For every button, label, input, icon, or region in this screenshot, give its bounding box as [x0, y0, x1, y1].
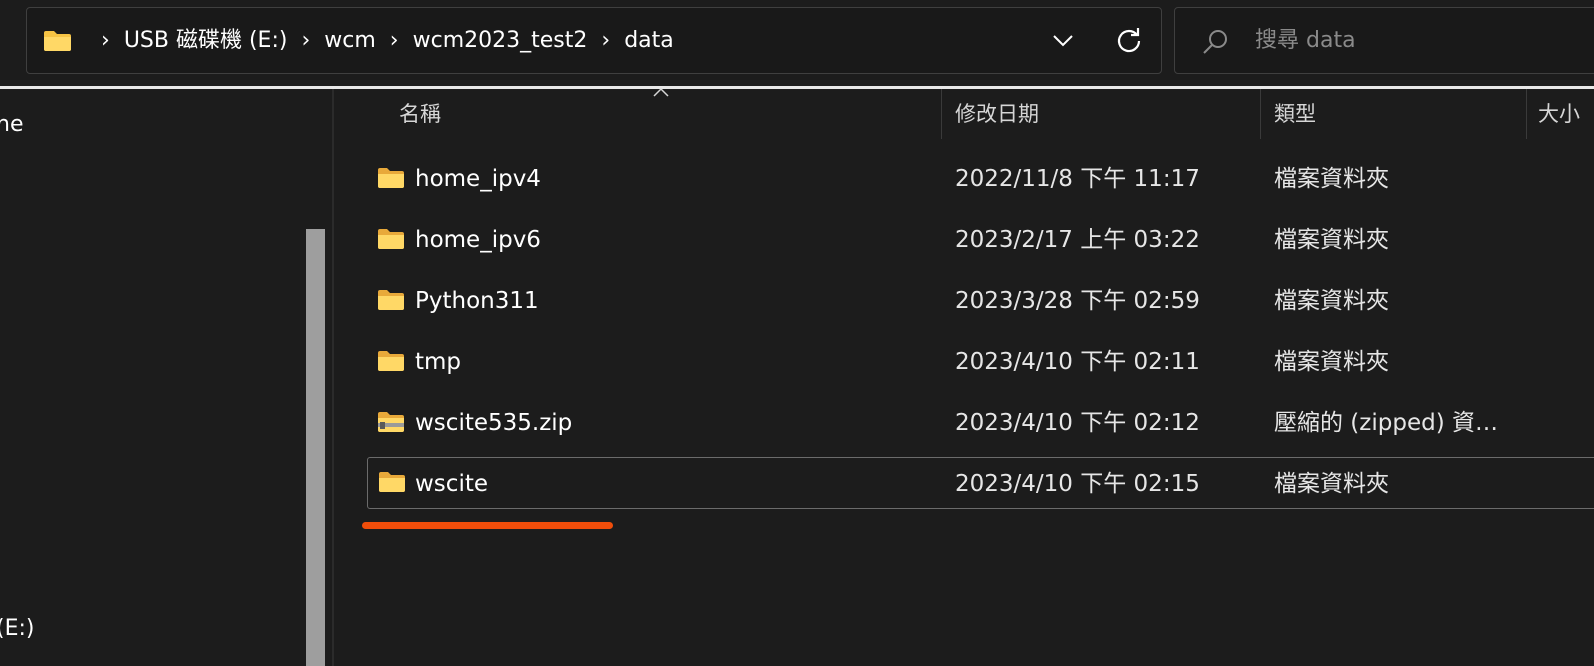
chevron-right-icon[interactable]: ›: [301, 8, 310, 73]
column-header-type[interactable]: 類型: [1274, 89, 1316, 139]
file-name: wscite535.zip: [415, 410, 573, 436]
nav-item-usb-drive[interactable]: (E:): [0, 616, 34, 641]
breadcrumb-item-data[interactable]: data: [624, 8, 674, 73]
chevron-right-icon[interactable]: ›: [601, 8, 610, 73]
file-date: 2023/4/10 下午 02:12: [955, 410, 1200, 436]
sort-ascending-icon: [653, 87, 669, 97]
chevron-right-icon[interactable]: ›: [101, 8, 110, 73]
file-date: 2023/4/10 下午 02:15: [955, 471, 1200, 497]
folder-icon: [379, 472, 405, 492]
breadcrumb-item-drive[interactable]: USB 磁碟機 (E:): [124, 8, 288, 73]
navigation-pane: ne (E:): [0, 89, 332, 666]
highlight-underline: [362, 522, 613, 529]
file-type: 壓縮的 (zipped) 資…: [1274, 410, 1498, 436]
folder-icon: [44, 31, 71, 51]
column-divider[interactable]: [941, 89, 942, 139]
folder-icon: [378, 168, 404, 188]
refresh-icon[interactable]: [1115, 26, 1143, 54]
column-header-name[interactable]: 名稱: [399, 89, 441, 139]
file-row[interactable]: wscite535.zip 2023/4/10 下午 02:12 壓縮的 (zi…: [367, 397, 1594, 449]
folder-icon: [378, 351, 404, 371]
zip-folder-icon: [378, 412, 404, 432]
file-date: 2023/4/10 下午 02:11: [955, 349, 1200, 375]
file-type: 檔案資料夾: [1274, 288, 1389, 314]
search-icon: [1203, 30, 1227, 54]
column-divider[interactable]: [1526, 89, 1527, 139]
file-type: 檔案資料夾: [1274, 166, 1389, 192]
breadcrumb: › USB 磁碟機 (E:) › wcm › wcm2023_test2 › d…: [101, 8, 674, 73]
address-bar[interactable]: › USB 磁碟機 (E:) › wcm › wcm2023_test2 › d…: [26, 7, 1162, 74]
folder-icon: [378, 290, 404, 310]
file-date: 2023/2/17 上午 03:22: [955, 227, 1200, 253]
file-name: Python311: [415, 288, 539, 314]
file-list: 名稱 修改日期 類型 大小 home_ipv4 2022/11/8 下午 11:…: [334, 87, 1594, 666]
file-row[interactable]: tmp 2023/4/10 下午 02:11 檔案資料夾: [367, 336, 1594, 388]
file-row-selected[interactable]: wscite 2023/4/10 下午 02:15 檔案資料夾: [367, 457, 1594, 509]
file-type: 檔案資料夾: [1274, 471, 1389, 497]
file-name: tmp: [415, 349, 462, 375]
column-header-date[interactable]: 修改日期: [955, 89, 1039, 139]
title-toolbar: › USB 磁碟機 (E:) › wcm › wcm2023_test2 › d…: [0, 0, 1594, 88]
file-date: 2023/3/28 下午 02:59: [955, 288, 1200, 314]
nav-item-home[interactable]: ne: [0, 112, 23, 137]
file-name: home_ipv4: [415, 166, 541, 192]
folder-icon: [378, 229, 404, 249]
search-placeholder: 搜尋 data: [1255, 28, 1356, 53]
nav-scrollbar[interactable]: [306, 229, 325, 666]
column-header: 名稱 修改日期 類型 大小: [334, 87, 1594, 139]
breadcrumb-item-wcm2023-test2[interactable]: wcm2023_test2: [413, 8, 588, 73]
file-row[interactable]: home_ipv4 2022/11/8 下午 11:17 檔案資料夾: [367, 153, 1594, 205]
file-type: 檔案資料夾: [1274, 227, 1389, 253]
file-name: home_ipv6: [415, 227, 541, 253]
breadcrumb-item-wcm[interactable]: wcm: [324, 8, 376, 73]
column-divider[interactable]: [1260, 89, 1261, 139]
file-type: 檔案資料夾: [1274, 349, 1389, 375]
column-header-size[interactable]: 大小: [1538, 89, 1580, 139]
file-row[interactable]: home_ipv6 2023/2/17 上午 03:22 檔案資料夾: [367, 214, 1594, 266]
file-row[interactable]: Python311 2023/3/28 下午 02:59 檔案資料夾: [367, 275, 1594, 327]
chevron-down-icon[interactable]: [1051, 28, 1075, 52]
file-name: wscite: [415, 471, 488, 497]
search-input[interactable]: 搜尋 data: [1174, 7, 1594, 74]
file-date: 2022/11/8 下午 11:17: [955, 166, 1200, 192]
chevron-right-icon[interactable]: ›: [390, 8, 399, 73]
